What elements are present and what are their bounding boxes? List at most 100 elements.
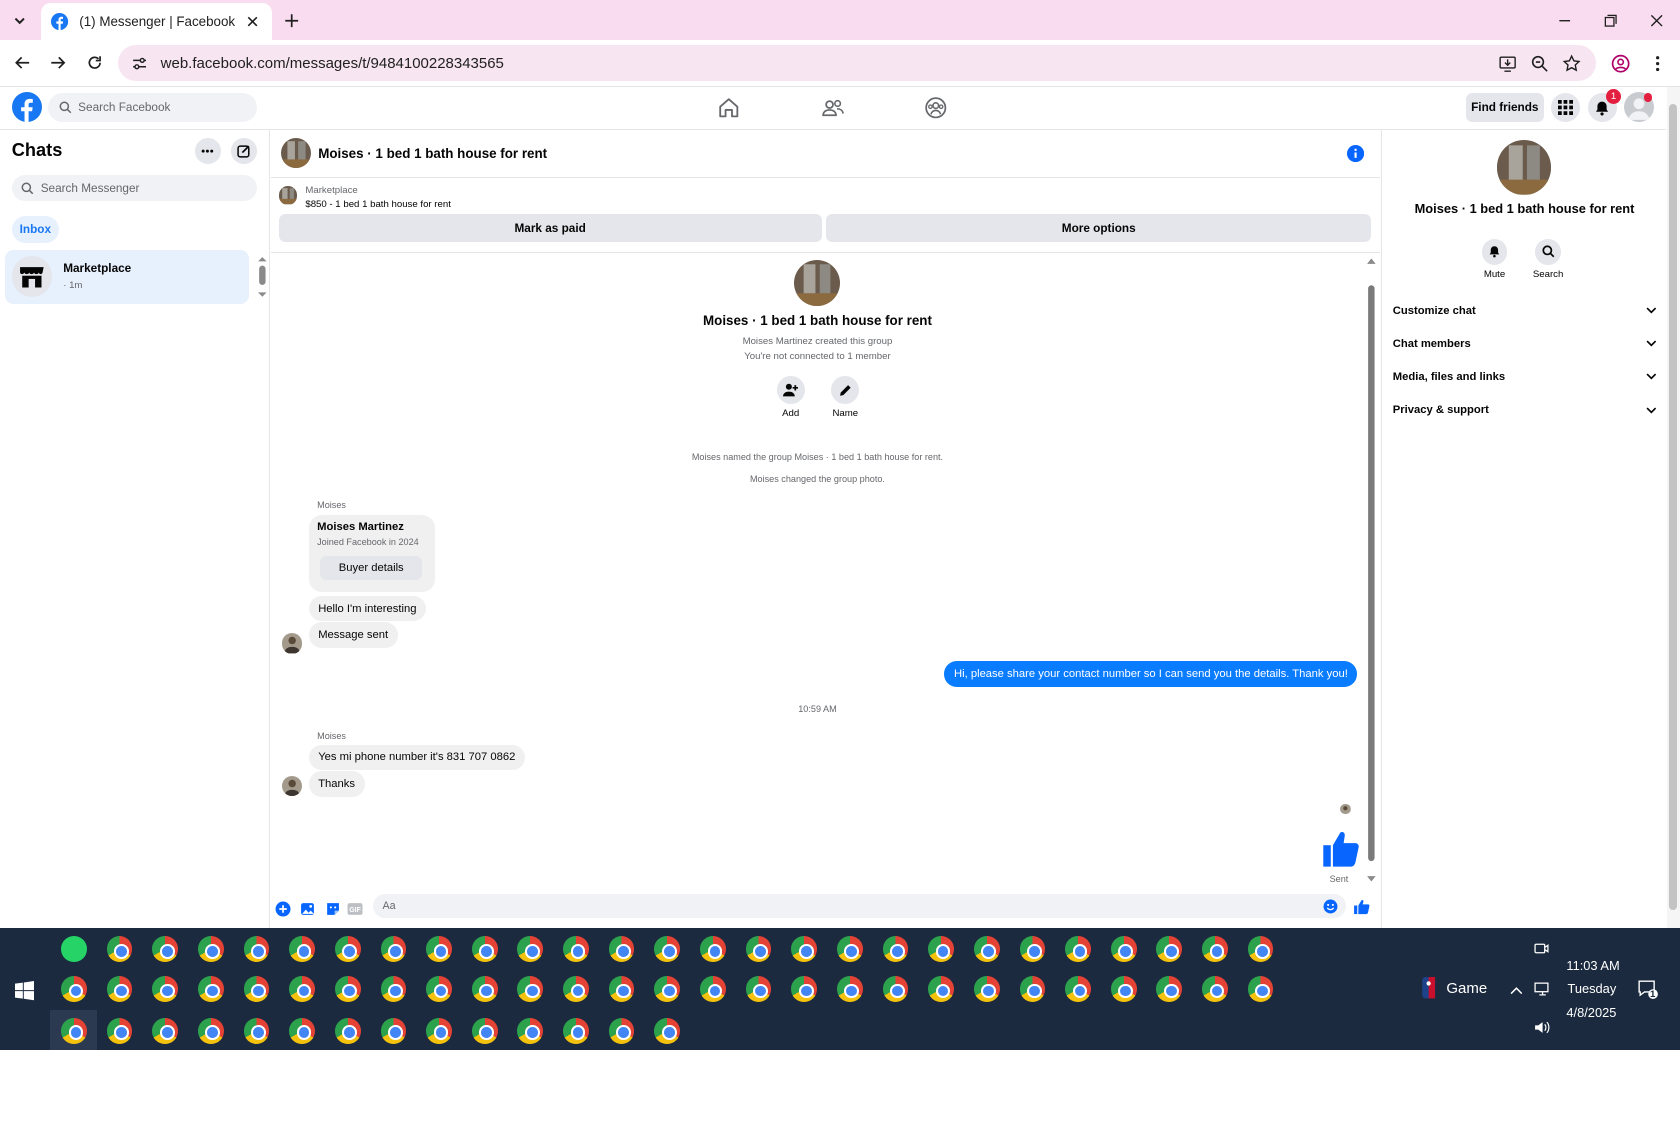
volume-icon[interactable] [1534, 1020, 1551, 1035]
chrome-taskbar-icon[interactable] [471, 1017, 498, 1044]
chrome-taskbar-icon[interactable] [289, 976, 315, 1002]
whatsapp-taskbar-icon[interactable] [61, 936, 87, 963]
page-scrollbar[interactable] [1667, 86, 1680, 928]
chat-list-item[interactable]: Marketplace · 1m [5, 249, 249, 305]
facebook-logo-icon[interactable] [11, 92, 42, 123]
chrome-taskbar-icon[interactable] [471, 936, 498, 963]
profile-icon[interactable] [1611, 54, 1630, 73]
chrome-taskbar-icon[interactable] [1156, 936, 1183, 963]
details-group-photo[interactable] [1496, 140, 1552, 195]
address-bar[interactable]: web.facebook.com/messages/t/948410022834… [117, 44, 1597, 82]
rename-group-button[interactable] [831, 376, 860, 404]
chat-options-button[interactable] [194, 138, 221, 164]
game-widget-label[interactable]: Game [1446, 980, 1487, 997]
chrome-taskbar-icon[interactable] [1110, 976, 1137, 1002]
chrome-taskbar-icon[interactable] [380, 936, 407, 963]
thread-scrollbar[interactable] [1366, 255, 1377, 887]
chrome-taskbar-icon[interactable] [882, 976, 909, 1002]
back-arrow-icon[interactable] [12, 52, 33, 73]
chrome-taskbar-icon[interactable] [334, 976, 361, 1002]
new-message-button[interactable] [231, 138, 258, 164]
chrome-taskbar-icon[interactable] [608, 1017, 635, 1044]
chrome-taskbar-icon[interactable] [61, 1017, 87, 1044]
media-files-links-section[interactable]: Media, files and links [1393, 363, 1657, 391]
conversation-title[interactable]: Moises · 1 bed 1 bath house for rent [318, 146, 547, 161]
incoming-message[interactable]: Message sent [308, 622, 398, 649]
message-thread[interactable]: Moises · 1 bed 1 bath house for rent Moi… [271, 253, 1380, 890]
sent-thumbs-up-icon[interactable] [1319, 827, 1362, 870]
chrome-taskbar-icon[interactable] [882, 936, 909, 963]
chrome-taskbar-icon[interactable] [106, 976, 133, 1002]
chrome-taskbar-icon[interactable] [426, 936, 452, 963]
incoming-message[interactable]: Yes mi phone number it's 831 707 0862 [308, 744, 526, 771]
chrome-taskbar-icon[interactable] [791, 976, 818, 1002]
chrome-taskbar-icon[interactable] [700, 936, 726, 963]
chrome-taskbar-icon[interactable] [700, 976, 726, 1002]
chrome-taskbar-icon[interactable] [563, 976, 589, 1002]
chrome-taskbar-icon[interactable] [608, 936, 635, 963]
chrome-taskbar-icon[interactable] [197, 936, 224, 963]
chrome-taskbar-icon[interactable] [745, 976, 772, 1002]
network-icon[interactable] [1534, 981, 1551, 996]
add-member-button[interactable] [776, 376, 805, 404]
sender-avatar[interactable] [281, 775, 303, 796]
chrome-taskbar-icon[interactable] [106, 936, 133, 963]
search-in-conversation-button[interactable] [1535, 238, 1561, 265]
more-options-button[interactable]: More options [826, 214, 1372, 243]
show-hidden-icons-chevron-icon[interactable] [1510, 985, 1523, 996]
chat-list-scrollbar[interactable] [257, 256, 268, 299]
chrome-taskbar-icon[interactable] [1019, 976, 1046, 1002]
chrome-taskbar-icon[interactable] [791, 936, 818, 963]
chrome-taskbar-icon[interactable] [289, 1017, 315, 1044]
gif-icon[interactable]: GIF [347, 901, 363, 917]
chrome-taskbar-icon[interactable] [1110, 936, 1137, 963]
chrome-taskbar-icon[interactable] [106, 1017, 133, 1044]
install-app-icon[interactable] [1498, 54, 1517, 73]
chrome-taskbar-icon[interactable] [1202, 936, 1228, 963]
chrome-taskbar-icon[interactable] [1247, 936, 1274, 963]
chrome-taskbar-icon[interactable] [334, 936, 361, 963]
privacy-support-section[interactable]: Privacy & support [1393, 396, 1657, 424]
sender-avatar[interactable] [281, 633, 303, 654]
outgoing-message[interactable]: Hi, please share your contact number so … [944, 661, 1358, 687]
chrome-taskbar-icon[interactable] [836, 936, 863, 963]
reload-icon[interactable] [84, 52, 105, 73]
incoming-message[interactable]: Hello I'm interesting [308, 595, 427, 622]
restore-window-icon[interactable] [1600, 10, 1621, 31]
chrome-taskbar-icon[interactable] [334, 1017, 361, 1044]
browser-menu-icon[interactable] [1648, 54, 1667, 73]
chrome-taskbar-icon[interactable] [1065, 936, 1091, 963]
browser-tab[interactable]: (1) Messenger | Facebook [40, 3, 273, 40]
chrome-taskbar-icon[interactable] [471, 976, 498, 1002]
listing-title[interactable]: $850 - 1 bed 1 bath house for rent [305, 199, 451, 210]
chrome-taskbar-icon[interactable] [608, 976, 635, 1002]
chrome-taskbar-icon[interactable] [928, 976, 954, 1002]
chrome-taskbar-icon[interactable] [836, 976, 863, 1002]
chrome-taskbar-icon[interactable] [380, 976, 407, 1002]
chrome-taskbar-icon[interactable] [243, 936, 270, 963]
emoji-icon[interactable] [1323, 899, 1338, 914]
chrome-taskbar-icon[interactable] [152, 936, 179, 963]
chrome-taskbar-icon[interactable] [654, 976, 681, 1002]
inbox-filter-tab[interactable]: Inbox [11, 216, 59, 244]
home-icon[interactable] [717, 96, 741, 120]
more-actions-plus-icon[interactable] [275, 901, 291, 917]
chrome-taskbar-icon[interactable] [1247, 976, 1274, 1002]
info-icon[interactable] [1346, 144, 1364, 162]
clock-time[interactable]: 11:03 AM [1566, 958, 1619, 973]
meet-now-icon[interactable] [1534, 941, 1549, 956]
chrome-taskbar-icon[interactable] [1202, 976, 1228, 1002]
menu-grid-button[interactable] [1551, 93, 1581, 123]
chrome-taskbar-icon[interactable] [563, 1017, 589, 1044]
close-tab-icon[interactable] [244, 13, 261, 30]
message-input[interactable]: Aa [372, 893, 1346, 919]
chrome-taskbar-icon[interactable] [426, 976, 452, 1002]
chrome-taskbar-icon[interactable] [197, 976, 224, 1002]
forward-arrow-icon[interactable] [47, 52, 68, 73]
chrome-taskbar-icon[interactable] [152, 1017, 179, 1044]
find-friends-button[interactable]: Find friends [1465, 93, 1544, 123]
groups-icon[interactable] [924, 96, 948, 120]
attach-photo-icon[interactable] [300, 901, 316, 917]
chrome-taskbar-icon[interactable] [197, 1017, 224, 1044]
conversation-avatar[interactable] [280, 138, 311, 169]
